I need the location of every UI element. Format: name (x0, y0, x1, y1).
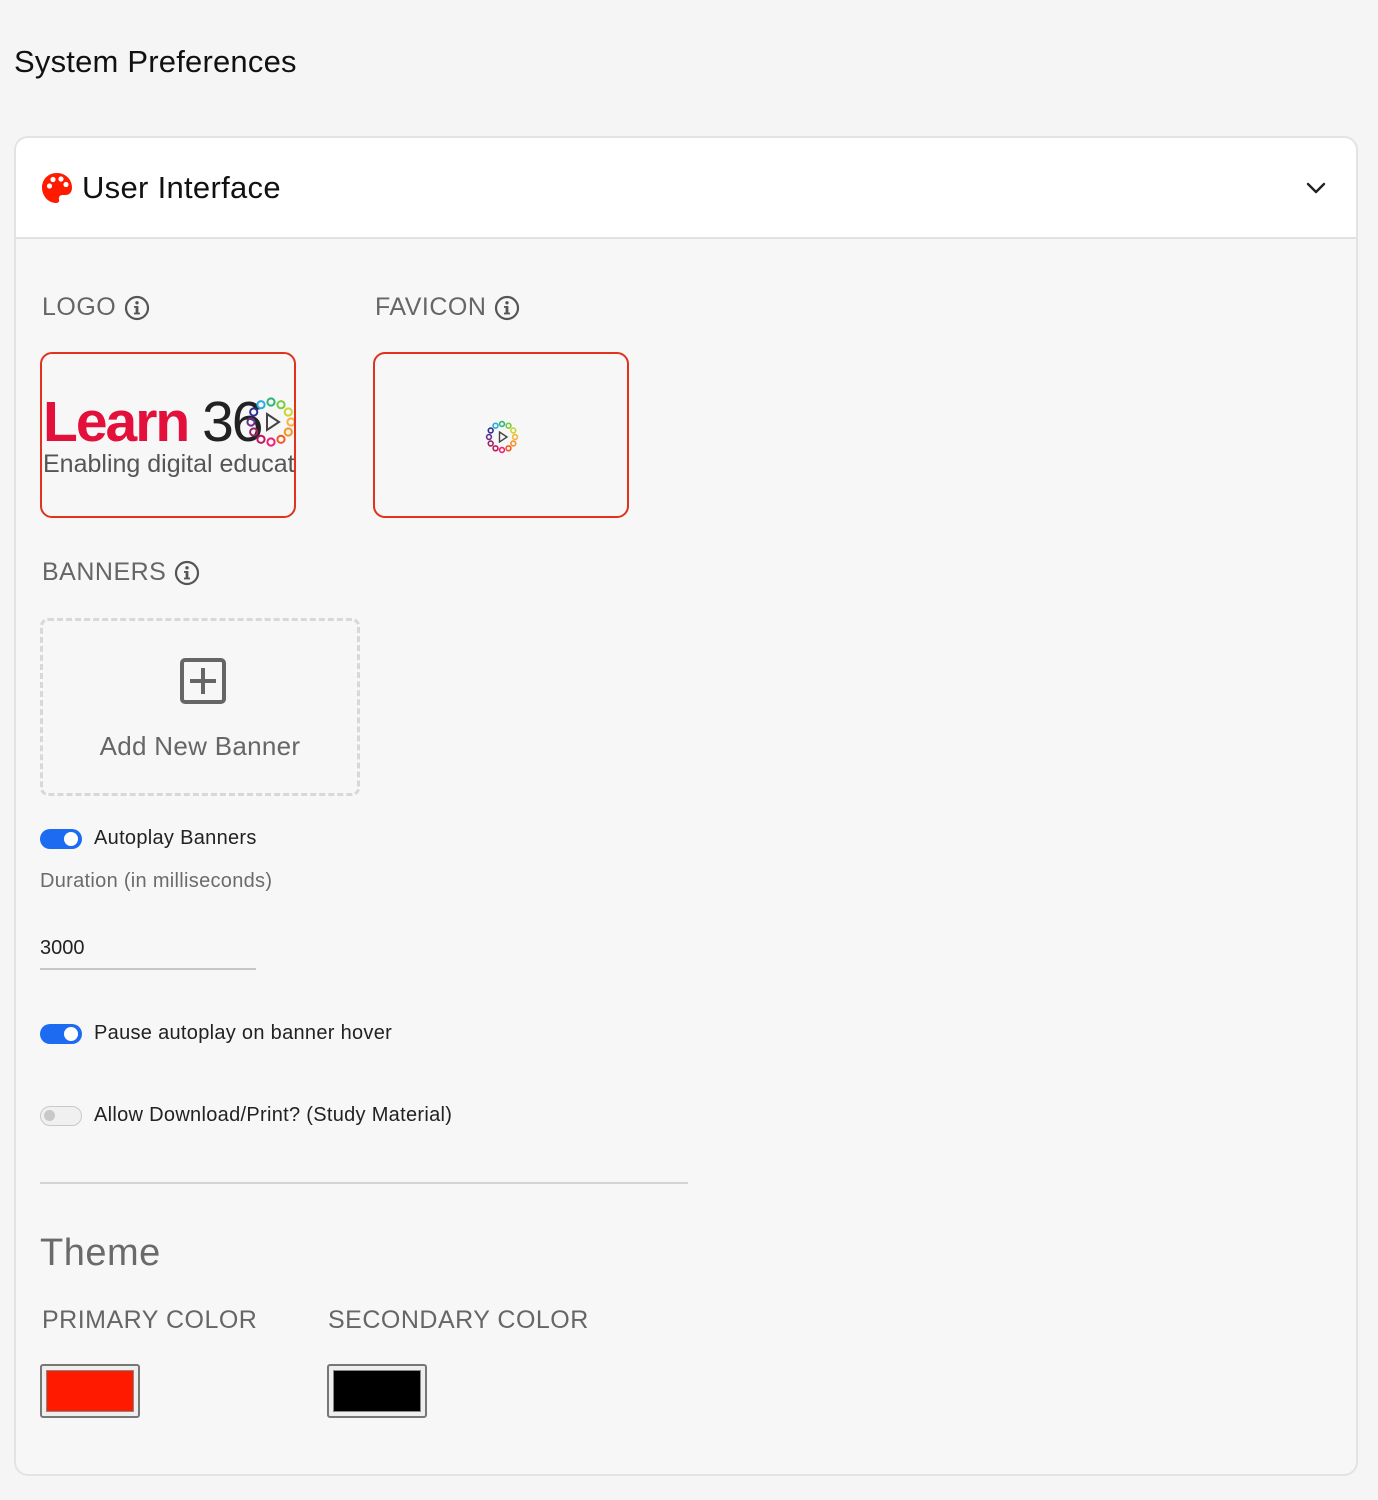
logo-label-row: LOGO (42, 293, 150, 322)
add-banner-label: Add New Banner (99, 731, 301, 761)
primary-color-picker[interactable] (40, 1364, 140, 1418)
secondary-color-label: SECONDARY COLOR (328, 1306, 589, 1334)
divider (40, 1182, 688, 1184)
favicon-upload[interactable] (373, 352, 629, 518)
duration-label: Duration (in milliseconds) (40, 870, 273, 892)
favicon-label-row: FAVICON (375, 293, 520, 322)
primary-color-label: PRIMARY COLOR (42, 1306, 258, 1334)
info-icon[interactable] (174, 560, 200, 586)
secondary-color-swatch (333, 1370, 421, 1412)
favicon-ring-icon (485, 420, 519, 454)
logo-wordmark-text: Learn (43, 390, 190, 454)
chevron-down-icon[interactable] (1304, 176, 1328, 200)
allow-download-toggle[interactable] (40, 1105, 82, 1126)
allow-download-row: Allow Download/Print? (Study Material) (40, 1104, 452, 1127)
autoplay-row: Autoplay Banners (40, 827, 257, 850)
primary-color-swatch (46, 1370, 134, 1412)
info-icon[interactable] (124, 295, 150, 321)
palette-icon (42, 173, 72, 203)
info-icon[interactable] (494, 295, 520, 321)
panel-header[interactable]: User Interface (16, 138, 1356, 239)
logo-label: LOGO (42, 293, 117, 321)
logo-upload[interactable]: Learn 36 Enabling digital educat (40, 352, 296, 518)
page-title: System Preferences (14, 44, 297, 79)
duration-input[interactable] (40, 928, 256, 970)
logo-ring-icon (246, 397, 294, 447)
autoplay-toggle[interactable] (40, 828, 82, 849)
add-banner-button[interactable]: Add New Banner (40, 618, 360, 796)
pause-on-hover-toggle[interactable] (40, 1023, 82, 1044)
banners-label-row: BANNERS (42, 558, 200, 587)
section-title: User Interface (82, 170, 281, 205)
plus-square-icon (180, 658, 226, 704)
secondary-color-picker[interactable] (327, 1364, 427, 1418)
favicon-label: FAVICON (375, 293, 487, 321)
banners-label: BANNERS (42, 558, 167, 586)
allow-download-label: Allow Download/Print? (Study Material) (94, 1104, 453, 1126)
autoplay-label: Autoplay Banners (94, 827, 257, 849)
logo-tagline: Enabling digital educat (43, 450, 295, 478)
logo-wordmark: Learn 36 (43, 390, 263, 454)
theme-title: Theme (40, 1232, 161, 1274)
pause-on-hover-label: Pause autoplay on banner hover (94, 1022, 393, 1044)
pause-on-hover-row: Pause autoplay on banner hover (40, 1022, 392, 1045)
user-interface-panel: User Interface LOGO Learn 36 Enabling di… (14, 136, 1358, 1476)
